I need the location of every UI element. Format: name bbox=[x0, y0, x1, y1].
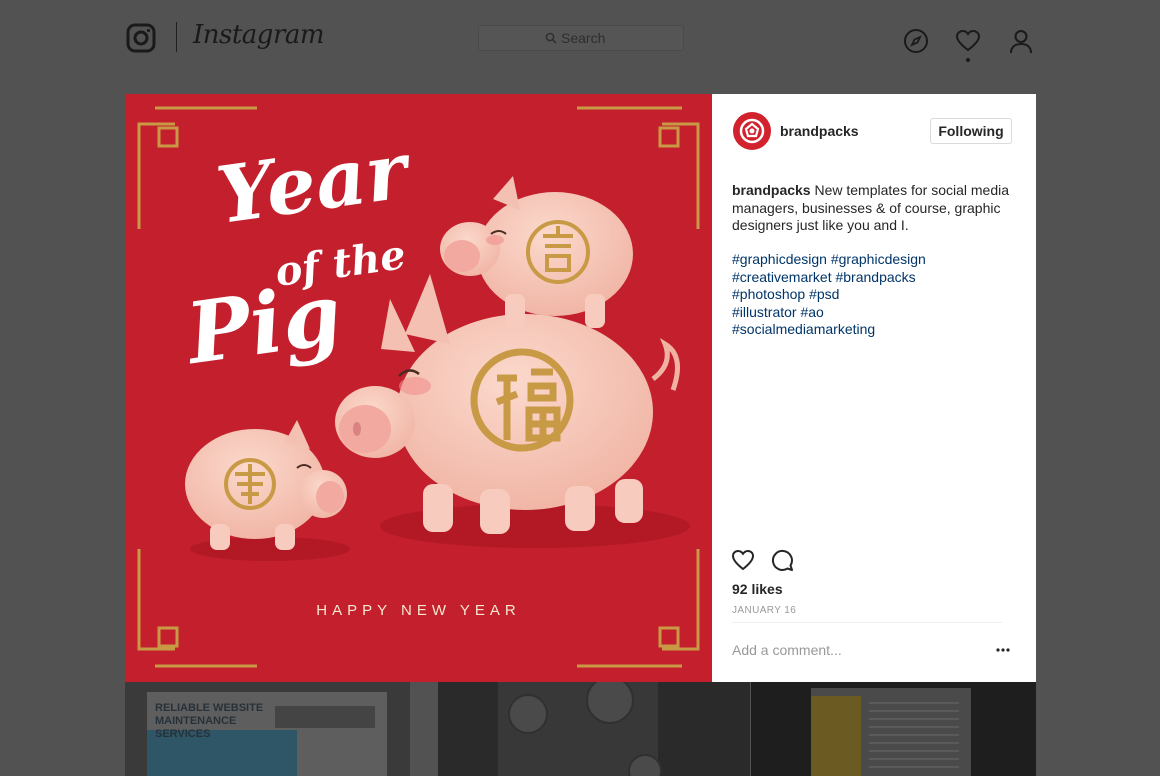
like-count[interactable]: 92 likes bbox=[732, 581, 783, 597]
heart-icon[interactable] bbox=[955, 28, 981, 54]
thumbnail-graphic bbox=[275, 706, 375, 728]
hashtag-link[interactable]: #illustrator bbox=[732, 304, 797, 320]
thumbnail-graphic bbox=[869, 702, 959, 772]
instagram-logo-icon[interactable] bbox=[126, 23, 156, 53]
following-button[interactable]: Following bbox=[930, 118, 1012, 144]
hashtag-link[interactable]: #psd bbox=[809, 286, 839, 302]
user-icon[interactable] bbox=[1008, 28, 1034, 54]
caption-username[interactable]: brandpacks bbox=[732, 182, 811, 198]
image-title-pig: Pig bbox=[180, 263, 347, 384]
hashtag-list: #graphicdesign #graphicdesign #creativem… bbox=[732, 251, 1020, 339]
search-icon bbox=[545, 32, 557, 44]
divider bbox=[732, 622, 1002, 623]
top-pig bbox=[440, 176, 633, 328]
post-sidebar: brandpacks Following brandpacks New temp… bbox=[712, 94, 1036, 682]
post-modal: Year of the Pig HAPPY NEW YEAR brandpack… bbox=[125, 94, 1036, 682]
small-pig bbox=[185, 420, 347, 550]
hashtag-link[interactable]: #graphicdesign bbox=[732, 251, 827, 267]
more-options-icon[interactable] bbox=[996, 646, 1010, 654]
like-heart-icon[interactable] bbox=[731, 548, 755, 572]
grid-thumbnail[interactable] bbox=[751, 682, 1036, 776]
hashtag-link[interactable]: #graphicdesign bbox=[831, 251, 926, 267]
post-caption: brandpacks New templates for social medi… bbox=[732, 182, 1020, 235]
post-illustration bbox=[137, 106, 700, 668]
nav-divider bbox=[176, 22, 177, 52]
hashtag-link[interactable]: #photoshop bbox=[732, 286, 805, 302]
thumbnail-text: RELIABLE WEBSITE MAINTENANCE SERVICES bbox=[155, 702, 264, 740]
comment-icon[interactable] bbox=[770, 548, 794, 572]
instagram-wordmark[interactable]: Instagram bbox=[193, 20, 325, 50]
hashtag-link[interactable]: #socialmediamarketing bbox=[732, 321, 875, 337]
post-image[interactable]: Year of the Pig HAPPY NEW YEAR bbox=[125, 94, 712, 682]
post-date: JANUARY 16 bbox=[732, 605, 797, 616]
compass-icon[interactable] bbox=[903, 28, 929, 54]
hashtag-link[interactable]: #brandpacks bbox=[835, 269, 915, 285]
author-username[interactable]: brandpacks bbox=[780, 123, 859, 139]
grid-thumbnail[interactable]: RELIABLE WEBSITE MAINTENANCE SERVICES bbox=[125, 682, 410, 776]
hashtag-link[interactable]: #creativemarket bbox=[732, 269, 832, 285]
brandpacks-avatar-icon[interactable] bbox=[732, 111, 772, 151]
comment-input[interactable] bbox=[732, 640, 962, 660]
notification-dot bbox=[966, 58, 970, 62]
grid-thumbnail[interactable] bbox=[438, 682, 750, 776]
thumbnail-graphic bbox=[811, 696, 861, 776]
search-box[interactable] bbox=[478, 25, 684, 51]
image-subtitle: HAPPY NEW YEAR bbox=[316, 602, 521, 619]
thumbnail-graphic bbox=[508, 694, 548, 734]
hashtag-link[interactable]: #ao bbox=[800, 304, 823, 320]
search-input[interactable] bbox=[561, 29, 671, 47]
top-navigation: Instagram bbox=[0, 0, 1160, 76]
